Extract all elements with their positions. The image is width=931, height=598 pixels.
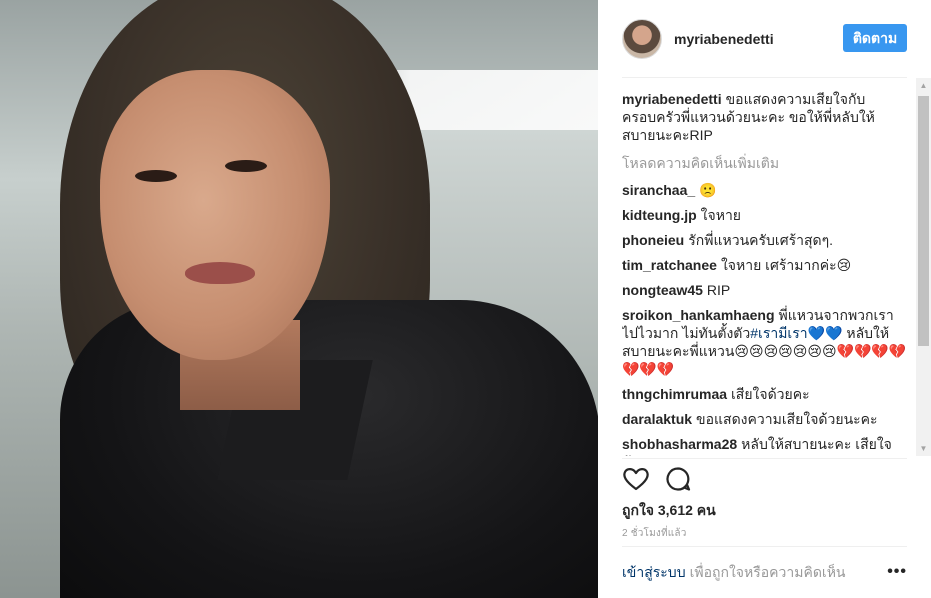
load-more-comments-link[interactable]: โหลดความคิดเห็นเพิ่มเติม <box>622 154 907 172</box>
photo-subject-eye-left <box>135 170 177 182</box>
comment-text: ใจหาย เศร้ามากค่ะ😢 <box>720 257 852 273</box>
comment-text: RIP <box>706 282 731 298</box>
comment-text: รักพี่แหวนครับเศร้าสุดๆ. <box>688 232 834 248</box>
more-dots-icon[interactable]: ••• <box>887 563 907 581</box>
comments-scrollbar[interactable]: ▲ ▼ <box>916 78 931 456</box>
header-username[interactable]: myriabenedetti <box>674 31 774 47</box>
list-item: tim_ratchanee ใจหาย เศร้ามากค่ะ😢 <box>622 256 907 274</box>
list-item: siranchaa_ 🙁 <box>622 181 907 199</box>
comment-username[interactable]: shobhasharma28 <box>622 436 737 452</box>
list-item: phoneieu รักพี่แหวนครับเศร้าสุดๆ. <box>622 231 907 249</box>
heart-icon[interactable] <box>622 465 650 493</box>
comment-username[interactable]: daralaktuk <box>622 411 692 427</box>
comment-username[interactable]: siranchaa_ <box>622 182 695 198</box>
follow-button[interactable]: ติดตาม <box>843 24 907 52</box>
scroll-up-arrow-icon[interactable]: ▲ <box>916 78 931 93</box>
comment-text: 🙁 <box>699 182 717 198</box>
scrollbar-thumb[interactable] <box>918 96 929 346</box>
post-photo[interactable] <box>0 0 598 598</box>
comment-username[interactable]: phoneieu <box>622 232 684 248</box>
login-bar: เข้าสู่ระบบ เพื่อถูกใจหรือความคิดเห็น ••… <box>622 546 907 598</box>
comment-text: เสียใจด้วยคะ <box>731 386 810 402</box>
list-item: thngchimrumaa เสียใจด้วยคะ <box>622 385 907 403</box>
post-side-panel: myriabenedetti ติดตาม myriabenedetti ขอแส… <box>598 0 931 598</box>
comment-username[interactable]: sroikon_hankamhaeng <box>622 307 775 323</box>
list-item: kidteung.jp ใจหาย <box>622 206 907 224</box>
login-prompt-text: เพื่อถูกใจหรือความคิดเห็น <box>689 563 846 580</box>
avatar[interactable] <box>622 18 662 59</box>
post-header: myriabenedetti ติดตาม <box>622 0 907 78</box>
caption: myriabenedetti ขอแสดงความเสียใจกับครอบครั… <box>622 90 907 144</box>
hashtag-link[interactable]: #เรามีเรา <box>750 325 807 341</box>
likes-count[interactable]: ถูกใจ 3,612 คน <box>622 500 716 522</box>
post-timestamp: 2 ชั่วโมงที่แล้ว <box>622 528 687 539</box>
photo-subject-lips <box>185 262 255 284</box>
comments-list: myriabenedetti ขอแสดงความเสียใจกับครอบครั… <box>622 90 907 456</box>
caption-username[interactable]: myriabenedetti <box>622 91 722 107</box>
login-link[interactable]: เข้าสู่ระบบ <box>622 562 686 584</box>
list-item: shobhasharma28หลับให้สบายนะคะ เสียใจด้วย… <box>622 435 907 456</box>
comment-username[interactable]: kidteung.jp <box>622 207 697 223</box>
post-actions <box>622 458 907 498</box>
scroll-down-arrow-icon[interactable]: ▼ <box>916 441 931 456</box>
comment-username[interactable]: thngchimrumaa <box>622 386 727 402</box>
list-item: sroikon_hankamhaeng พี่แหวนจากพวกเราไปไวม… <box>622 306 907 378</box>
comment-text: ขอแสดงความเสียใจด้วยนะคะ <box>696 411 878 427</box>
comment-username[interactable]: nongteaw45 <box>622 282 703 298</box>
photo-subject-eye-right <box>225 160 267 172</box>
list-item: nongteaw45 RIP <box>622 281 907 299</box>
comment-text: ใจหาย <box>700 207 742 223</box>
list-item: daralaktuk ขอแสดงความเสียใจด้วยนะคะ <box>622 410 907 428</box>
comment-username[interactable]: tim_ratchanee <box>622 257 717 273</box>
comment-bubble-icon[interactable] <box>664 465 692 493</box>
